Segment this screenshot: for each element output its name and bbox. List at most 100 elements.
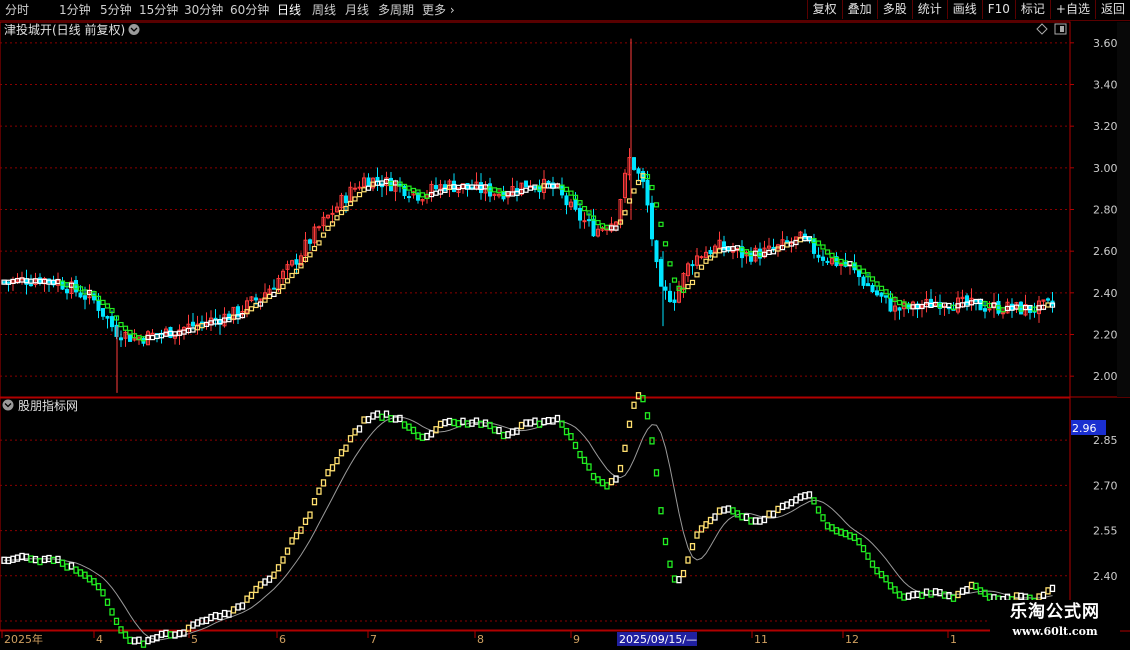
tab-fenshi[interactable]: 分时 — [5, 2, 29, 18]
indicator-marker — [784, 501, 790, 509]
candle-down — [996, 300, 1001, 314]
tab-weekly[interactable]: 周线 — [312, 2, 336, 18]
indicator-marker — [190, 621, 196, 629]
candle-down — [983, 308, 987, 312]
ma-line-marker — [419, 192, 426, 198]
tab-1min[interactable]: 1分钟 — [59, 2, 91, 18]
tab-monthly[interactable]: 月线 — [345, 2, 369, 18]
multi-stock-button[interactable]: 多股 — [876, 0, 912, 19]
tab-multi-period[interactable]: 多周期 — [378, 2, 414, 18]
candle-down — [74, 280, 78, 293]
candle-down — [564, 195, 569, 206]
candle-down — [533, 186, 537, 189]
candle-down — [65, 288, 69, 294]
ma-line-marker — [307, 252, 313, 258]
candle-down — [465, 183, 470, 189]
candle-down — [254, 297, 258, 301]
date-tick-label: 7 — [370, 633, 377, 646]
overlay-button[interactable]: 叠加 — [841, 0, 877, 19]
indicator-marker — [230, 606, 237, 614]
tab-30min[interactable]: 30分钟 — [184, 2, 223, 18]
kline-chart[interactable]: 3.60 3.40 3.20 3.00 2.80 2.60 2.40 2.20 2.00 2.85… — [0, 0, 1130, 650]
indicator-marker — [365, 415, 372, 424]
indicator-marker — [212, 612, 219, 620]
indicator-marker — [631, 401, 637, 409]
indicator-marker — [527, 419, 534, 427]
candle-down — [366, 177, 371, 187]
chevron-down-icon[interactable] — [128, 24, 140, 35]
indicator-marker — [208, 613, 214, 622]
tab-daily[interactable]: 日线 — [277, 2, 301, 18]
ma-line-marker — [122, 325, 129, 331]
ma-line-marker — [712, 252, 718, 258]
mark-button[interactable]: 标记 — [1014, 0, 1050, 19]
indicator-signal-line — [3, 416, 1053, 641]
indicator-marker — [568, 433, 574, 441]
back-button[interactable]: 返回 — [1094, 0, 1130, 19]
date-tick-label: 6 — [279, 633, 286, 646]
candle-down — [200, 321, 204, 324]
indicator-marker — [262, 578, 268, 586]
indicator-marker — [964, 586, 970, 594]
indicator-marker — [167, 631, 174, 639]
tab-5min[interactable]: 5分钟 — [100, 2, 132, 18]
indicator-marker — [460, 417, 466, 425]
indicator-marker — [550, 417, 556, 425]
indicator-marker — [874, 567, 880, 575]
ma-line-marker — [820, 244, 826, 250]
candle-up — [839, 263, 843, 266]
ma-line-marker — [311, 245, 318, 252]
indicator-marker — [496, 426, 502, 435]
tab-more[interactable]: 更多 › — [422, 2, 455, 18]
candle-down — [524, 180, 528, 188]
candle-down — [128, 333, 132, 342]
indicator-marker — [122, 631, 129, 639]
indicator-marker — [311, 498, 318, 506]
candle-down — [452, 180, 456, 193]
ma-line-marker — [320, 232, 327, 238]
indicator-marker — [856, 538, 862, 546]
indicator-marker — [878, 570, 885, 579]
stats-button[interactable]: 统计 — [911, 0, 947, 19]
indicator-marker — [473, 417, 480, 425]
diamond-icon[interactable] — [1036, 23, 1048, 35]
ma-line-marker — [316, 240, 322, 246]
indicator-marker — [811, 497, 817, 505]
tab-60min[interactable]: 60分钟 — [230, 2, 269, 18]
indicator-marker — [307, 511, 313, 519]
indicator-tick-label: 2.55 — [1093, 525, 1118, 538]
indicator-marker — [145, 637, 151, 645]
price-tick-label: 2.60 — [1093, 245, 1118, 258]
indicator-marker — [824, 522, 831, 530]
ma-line-marker — [626, 198, 633, 204]
f10-button[interactable]: F10 — [981, 0, 1015, 19]
ma-line-marker — [365, 185, 372, 191]
indicator-marker — [869, 560, 876, 568]
indicator-marker — [680, 569, 687, 578]
chevron-down-icon[interactable] — [2, 399, 14, 411]
candle-down — [434, 184, 438, 190]
add-watchlist-button[interactable]: +自选 — [1049, 0, 1095, 19]
draw-line-button[interactable]: 画线 — [946, 0, 982, 19]
candle-down — [875, 290, 879, 296]
tab-15min[interactable]: 15分钟 — [139, 2, 178, 18]
indicator-marker — [379, 413, 385, 421]
indicator-marker — [50, 556, 57, 565]
watermark: 乐淘公式网 www.60lt.com — [990, 600, 1120, 648]
ma-line-marker — [356, 192, 363, 198]
indicator-marker — [887, 582, 894, 590]
indicator-marker — [266, 575, 273, 583]
candle-down — [807, 237, 812, 241]
indicator-marker — [203, 616, 210, 625]
candle-up — [353, 187, 357, 190]
ma-line-marker — [325, 225, 331, 231]
indicator-marker — [14, 554, 21, 562]
indicator-marker — [284, 547, 291, 555]
candle-down — [861, 276, 866, 286]
indicator-marker — [721, 506, 727, 514]
indicator-marker — [914, 590, 921, 599]
indicator-marker — [86, 575, 93, 583]
fuquan-button[interactable]: 复权 — [806, 0, 842, 19]
indicator-marker — [253, 585, 259, 594]
indicator-marker — [896, 591, 903, 599]
